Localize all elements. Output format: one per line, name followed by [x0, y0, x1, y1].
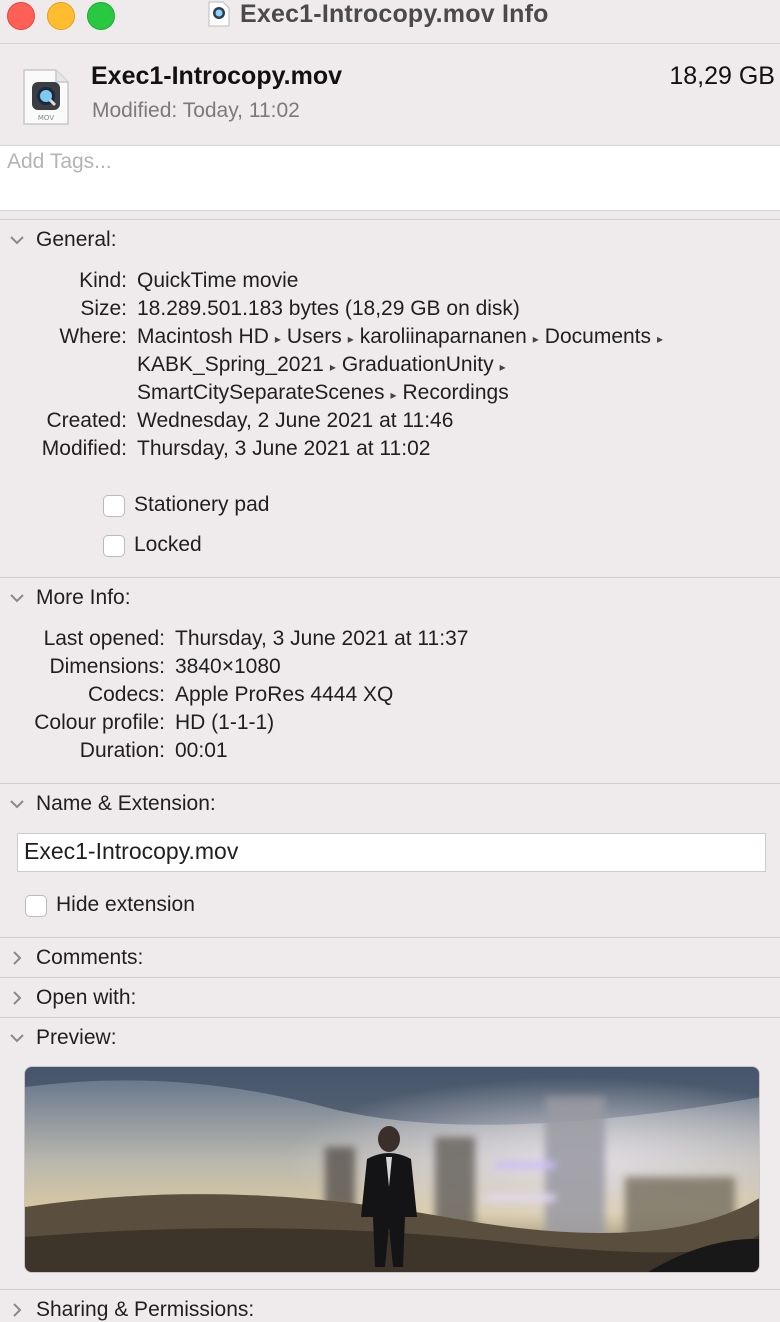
- file-name: Exec1-Introcopy.mov: [91, 62, 343, 90]
- where-path-line-3: SmartCitySeparateScenes ▸ Recordings: [137, 381, 509, 405]
- section-title: Open with:: [36, 986, 137, 1009]
- chevron-down-icon: [10, 236, 24, 245]
- codecs-value: Apple ProRes 4444 XQ: [175, 683, 394, 706]
- section-name-extension-header[interactable]: Name & Extension:: [8, 792, 216, 816]
- kind-label: Kind:: [79, 269, 127, 292]
- last-opened-value: Thursday, 3 June 2021 at 11:37: [175, 627, 469, 650]
- path-item[interactable]: karoliinaparnanen: [360, 325, 527, 348]
- path-item[interactable]: KABK_Spring_2021: [137, 353, 324, 376]
- path-arrow-icon: ▸: [657, 332, 664, 346]
- divider: [0, 937, 780, 938]
- divider: [0, 1017, 780, 1018]
- path-item[interactable]: GraduationUnity: [342, 353, 494, 376]
- quicktime-file-icon: [208, 1, 230, 27]
- section-title: Preview:: [36, 1026, 117, 1049]
- minimize-icon[interactable]: [47, 2, 75, 30]
- modified-summary: Modified: Today, 11:02: [92, 99, 300, 123]
- section-title: General:: [36, 228, 117, 251]
- locked-label: Locked: [134, 533, 202, 556]
- divider: [0, 783, 780, 784]
- stationery-pad-checkbox[interactable]: [103, 495, 125, 517]
- chevron-down-icon: [10, 1034, 24, 1043]
- colour-profile-value: HD (1-1-1): [175, 711, 275, 734]
- section-general-header[interactable]: General:: [8, 228, 117, 252]
- size-value: 18.289.501.183 bytes (18,29 GB on disk): [137, 297, 520, 320]
- path-arrow-icon: ▸: [532, 332, 539, 346]
- codecs-label: Codecs:: [87, 683, 165, 706]
- section-open-with-header[interactable]: Open with:: [8, 986, 136, 1010]
- section-title: Name & Extension:: [36, 792, 216, 815]
- chevron-down-icon: [10, 594, 24, 603]
- window-title: Exec1-Introcopy.mov Info: [208, 0, 549, 28]
- dimensions-label: Dimensions:: [49, 655, 165, 678]
- where-label: Where:: [59, 325, 127, 348]
- created-label: Created:: [46, 409, 127, 432]
- duration-value: 00:01: [175, 739, 228, 762]
- colour-profile-label: Colour profile:: [34, 711, 165, 734]
- stationery-pad-label: Stationery pad: [134, 493, 270, 516]
- divider: [0, 577, 780, 578]
- path-item[interactable]: Macintosh HD: [137, 325, 269, 348]
- path-arrow-icon: ▸: [274, 332, 281, 346]
- path-arrow-icon: ▸: [329, 360, 336, 374]
- section-title: Sharing & Permissions:: [36, 1298, 255, 1321]
- modified-label: Modified:: [41, 437, 127, 460]
- path-arrow-icon: ▸: [390, 388, 397, 402]
- chevron-right-icon: [13, 991, 22, 1005]
- dimensions-value: 3840×1080: [175, 655, 281, 678]
- zoom-icon[interactable]: [87, 2, 115, 30]
- section-title: More Info:: [36, 586, 131, 609]
- file-icon-badge: MOV: [38, 114, 54, 122]
- modified-value: Today, 11:02: [182, 99, 300, 122]
- divider: [0, 977, 780, 978]
- modified-value: Thursday, 3 June 2021 at 11:02: [137, 437, 431, 460]
- divider: [0, 219, 780, 220]
- file-size: 18,29 GB: [669, 62, 775, 90]
- where-path-line-1: Macintosh HD ▸ Users ▸ karoliinaparnanen ▸ Doc…: [137, 325, 669, 349]
- section-more-info-header[interactable]: More Info:: [8, 586, 131, 610]
- where-path-line-2: KABK_Spring_2021 ▸ GraduationUnity ▸: [137, 353, 512, 377]
- hide-extension-checkbox[interactable]: [25, 895, 47, 917]
- section-preview-header[interactable]: Preview:: [8, 1026, 117, 1050]
- size-label: Size:: [80, 297, 127, 320]
- path-item[interactable]: Recordings: [402, 381, 508, 404]
- hide-extension-label: Hide extension: [56, 893, 195, 916]
- modified-label: Modified:: [92, 99, 178, 122]
- preview-image: [25, 1067, 759, 1272]
- path-item[interactable]: Users: [287, 325, 342, 348]
- section-sharing-header[interactable]: Sharing & Permissions:: [8, 1298, 254, 1322]
- last-opened-label: Last opened:: [43, 627, 165, 650]
- chevron-right-icon: [13, 951, 22, 965]
- tags-field[interactable]: [0, 145, 780, 211]
- path-arrow-icon: ▸: [347, 332, 354, 346]
- tags-placeholder: Add Tags...: [7, 150, 112, 173]
- locked-checkbox[interactable]: [103, 535, 125, 557]
- video-preview[interactable]: [24, 1066, 760, 1273]
- divider: [0, 1289, 780, 1290]
- created-value: Wednesday, 2 June 2021 at 11:46: [137, 409, 454, 432]
- chevron-right-icon: [13, 1303, 22, 1317]
- close-icon[interactable]: [7, 2, 35, 30]
- section-title: Comments:: [36, 946, 144, 969]
- section-comments-header[interactable]: Comments:: [8, 946, 143, 970]
- quicktime-file-icon: MOV: [23, 69, 69, 125]
- window-title-text: Exec1-Introcopy.mov Info: [240, 0, 549, 28]
- name-field[interactable]: Exec1-Introcopy.mov: [17, 833, 766, 872]
- path-item[interactable]: SmartCitySeparateScenes: [137, 381, 384, 404]
- duration-label: Duration:: [79, 739, 165, 762]
- path-arrow-icon: ▸: [499, 360, 506, 374]
- chevron-down-icon: [10, 800, 24, 809]
- path-item[interactable]: Documents: [545, 325, 651, 348]
- kind-value: QuickTime movie: [137, 269, 299, 292]
